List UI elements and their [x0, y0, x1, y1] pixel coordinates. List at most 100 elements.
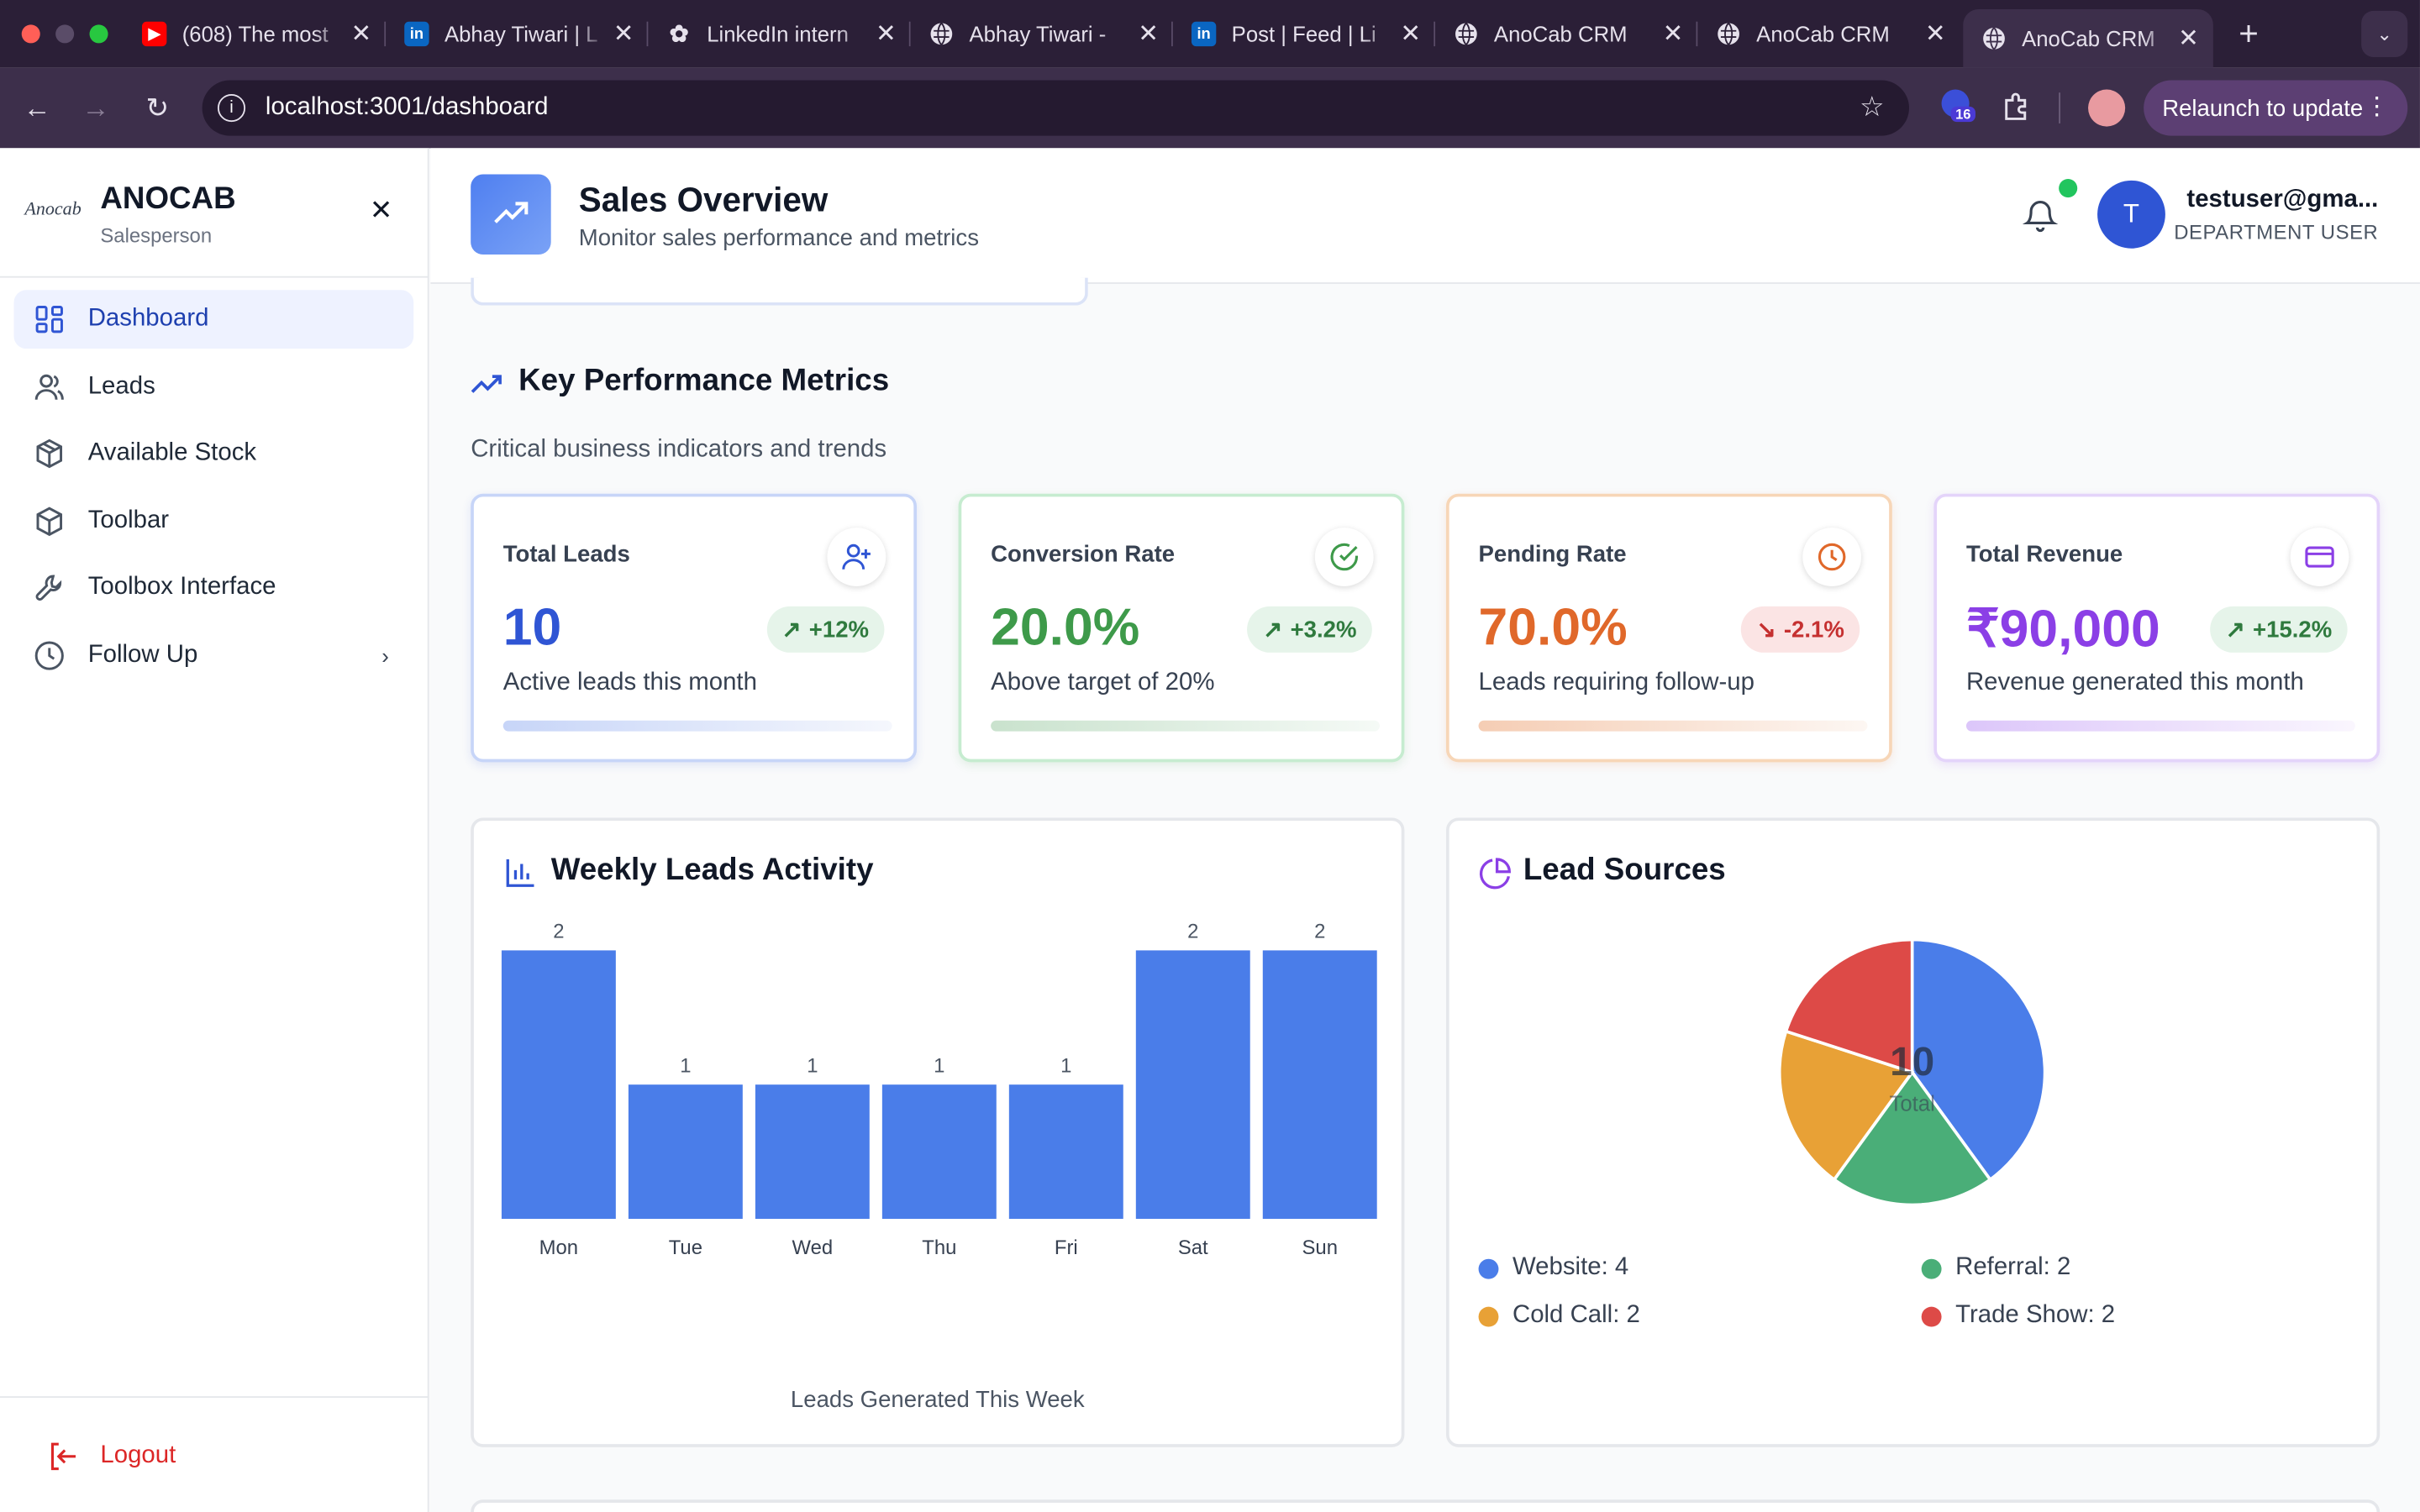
- browser-tab[interactable]: AnoCab CRM ✕: [1435, 9, 1698, 59]
- dashboard-grid-icon: [33, 302, 66, 336]
- url-text[interactable]: localhost:3001/dashboard: [266, 94, 549, 122]
- close-sidebar-icon[interactable]: ✕: [364, 194, 397, 228]
- bar-value-label: 1: [680, 1055, 691, 1078]
- extension-badge: 16: [1950, 106, 1976, 123]
- trend-up-icon: ↗: [781, 617, 802, 643]
- package-icon: [33, 437, 66, 470]
- new-tab-button[interactable]: +: [2232, 14, 2265, 52]
- trend-down-icon: ↘: [1756, 617, 1776, 643]
- logout-button[interactable]: Logout: [46, 1438, 176, 1475]
- more-menu-icon[interactable]: ⋮: [2365, 91, 2389, 122]
- close-window-button[interactable]: [21, 24, 40, 44]
- bar-fri: [1008, 1084, 1123, 1219]
- browser-tab[interactable]: AnoCab CRM ✕: [1697, 9, 1960, 59]
- x-tick-label: Thu: [922, 1236, 956, 1259]
- address-bar[interactable]: i localhost:3001/dashboard ☆: [202, 80, 1909, 136]
- legend-label: Website: 4: [1512, 1254, 1629, 1281]
- site-info-icon[interactable]: i: [217, 94, 246, 123]
- legend-item-trade-show: Trade Show: 2: [1921, 1302, 2115, 1330]
- legend-swatch: [1478, 1257, 1499, 1278]
- bar-value-label: 2: [1314, 921, 1325, 943]
- sidebar-item-toolbar[interactable]: Toolbar: [14, 492, 414, 551]
- close-tab-icon[interactable]: ✕: [608, 18, 639, 50]
- kpi-title: Total Revenue: [1965, 541, 2123, 568]
- trend-up-icon: ↗: [1263, 617, 1283, 643]
- bookmark-star-icon[interactable]: ☆: [1860, 91, 1885, 123]
- next-card-edge: [471, 1499, 2381, 1512]
- legend-item-referral: Referral: 2: [1921, 1254, 2070, 1282]
- kpi-change-badge: ↗ +12%: [766, 606, 885, 653]
- globe-icon: [929, 22, 954, 46]
- extensions-puzzle-icon[interactable]: [2000, 90, 2033, 123]
- forward-arrow-icon[interactable]: →: [77, 90, 114, 127]
- legend-item-cold-call: Cold Call: 2: [1478, 1302, 1640, 1330]
- sidebar-item-follow-up[interactable]: Follow Up ›: [14, 627, 414, 685]
- close-tab-icon[interactable]: ✕: [2173, 24, 2204, 55]
- kpi-progress-bar: [1965, 720, 2355, 732]
- profile-avatar-icon[interactable]: [2088, 89, 2126, 127]
- wrench-icon: [33, 571, 66, 605]
- browser-tab-active[interactable]: AnoCab CRM ✕: [1963, 9, 2213, 68]
- x-tick-label: Sat: [1178, 1236, 1208, 1259]
- maximize-window-button[interactable]: [89, 24, 108, 44]
- kpi-value: ₹90,000: [1965, 600, 2160, 659]
- previous-card-edge: [471, 277, 1088, 306]
- chevron-right-icon[interactable]: ›: [381, 643, 389, 668]
- lead-sources-pie-chart: 10 Total: [1777, 937, 2047, 1207]
- relaunch-label: Relaunch to update: [2162, 94, 2364, 122]
- kpi-card-pending-rate: Pending Rate 70.0% ↘ -2.1% Leads requirin…: [1445, 493, 1892, 763]
- close-tab-icon[interactable]: ✕: [871, 18, 902, 50]
- tab-title: AnoCab CRM: [1493, 21, 1628, 47]
- reload-icon[interactable]: ↻: [139, 90, 176, 127]
- bar-chart-icon: [503, 856, 537, 890]
- brand-logo: Anocab: [24, 197, 82, 219]
- bar-value-label: 2: [553, 921, 564, 943]
- browser-tab[interactable]: Abhay Tiwari - ✕: [911, 9, 1173, 59]
- user-role: DEPARTMENT USER: [2174, 220, 2379, 244]
- lead-sources-card: Lead Sources 10 Total Website: 4 Referral…: [1445, 817, 2381, 1447]
- close-tab-icon[interactable]: ✕: [1133, 18, 1164, 50]
- pie-center-value: 10: [1890, 1040, 1934, 1084]
- kpi-value: 70.0%: [1478, 598, 1628, 658]
- sidebar-item-label: Follow Up: [87, 642, 198, 669]
- notification-dot: [2059, 179, 2078, 198]
- tab-title: AnoCab CRM: [2022, 26, 2155, 51]
- globe-icon: [1716, 22, 1740, 46]
- close-tab-icon[interactable]: ✕: [345, 18, 376, 50]
- sidebar-item-leads[interactable]: Leads: [14, 358, 414, 417]
- bar-mon: [501, 950, 616, 1219]
- trending-up-icon: [471, 370, 504, 398]
- minimize-window-button[interactable]: [55, 24, 75, 44]
- browser-tab[interactable]: in Abhay Tiwari | L ✕: [386, 9, 649, 59]
- sidebar-item-available-stock[interactable]: Available Stock: [14, 424, 414, 483]
- avatar[interactable]: T: [2097, 180, 2165, 249]
- section-title: Key Performance Metrics: [518, 364, 890, 398]
- browser-tab[interactable]: in Post | Feed | Li ✕: [1173, 9, 1436, 59]
- credit-card-icon: [2290, 528, 2349, 586]
- browser-tab[interactable]: ✿ LinkedIn intern ✕: [648, 9, 911, 59]
- relaunch-button[interactable]: Relaunch to update ⋮: [2144, 80, 2408, 136]
- close-tab-icon[interactable]: ✕: [1658, 18, 1689, 50]
- user-role-label: Salesperson: [100, 223, 213, 247]
- notification-bell-icon[interactable]: [2022, 196, 2059, 233]
- extension-icon[interactable]: 16: [1941, 89, 1979, 127]
- legend-swatch: [1921, 1305, 1942, 1326]
- tab-title: Abhay Tiwari | L: [444, 21, 598, 47]
- kpi-description: Revenue generated this month: [1965, 669, 2304, 696]
- x-tick-label: Tue: [669, 1236, 702, 1259]
- pie-chart-icon: [1479, 856, 1512, 890]
- page-subtitle: Monitor sales performance and metrics: [578, 225, 979, 252]
- tab-search-chevron-down-icon[interactable]: ⌄: [2361, 10, 2408, 57]
- weekly-leads-card: Weekly Leads Activity 2 Mon 1 Tue 1 Wed 1 Thu 1 F…: [471, 817, 1405, 1447]
- chart-caption: Leads Generated This Week: [790, 1387, 1085, 1414]
- close-tab-icon[interactable]: ✕: [1395, 18, 1426, 50]
- tab-title: LinkedIn intern: [707, 21, 849, 47]
- sidebar-item-toolbox-interface[interactable]: Toolbox Interface: [14, 559, 414, 617]
- globe-icon: [1981, 26, 2006, 50]
- sidebar-item-dashboard[interactable]: Dashboard: [13, 290, 414, 349]
- back-arrow-icon[interactable]: ←: [18, 90, 55, 127]
- kpi-title: Total Leads: [502, 541, 630, 568]
- kpi-progress-bar: [991, 720, 1381, 732]
- browser-tab[interactable]: ▶ (608) The most ✕: [124, 9, 387, 59]
- close-tab-icon[interactable]: ✕: [1920, 18, 1951, 50]
